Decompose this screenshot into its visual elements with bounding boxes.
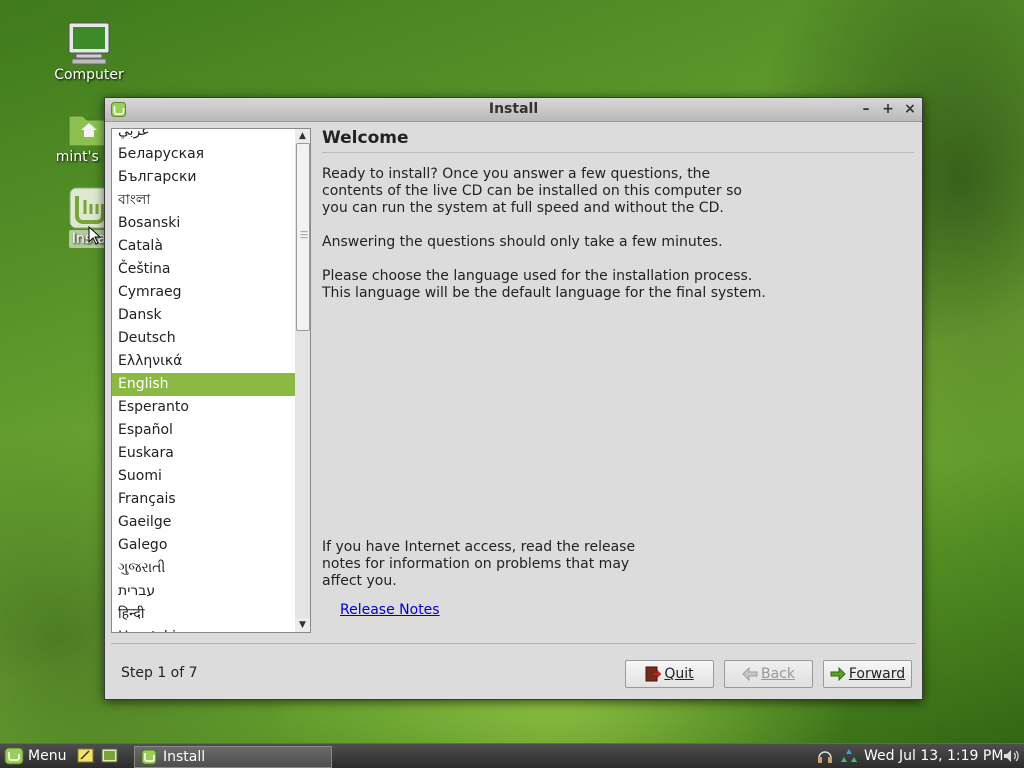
grip-icon: — — — [300,227,308,242]
language-list-scrollbar[interactable]: ▲ — — — ▼ [295,128,311,633]
taskbar: Menu Install Wed Jul 13, 1:19 PM [0,743,1024,768]
forward-label: Forward [848,666,906,682]
language-item[interactable]: Български [112,166,296,189]
scroll-up-arrow-icon[interactable]: ▲ [295,129,310,143]
menu-button[interactable]: Menu [4,746,66,766]
quit-label: Quit [664,666,694,682]
language-item[interactable]: Esperanto [112,396,296,419]
notes-line: If you have Internet access, read the re… [322,539,636,555]
language-item[interactable]: עברית [112,580,296,603]
terminal-icon[interactable] [101,748,118,763]
mint-install-icon [141,749,157,765]
language-item[interactable]: Hrvatski [112,626,296,632]
scroll-down-arrow-icon[interactable]: ▼ [295,618,310,632]
mouse-pointer-icon [88,226,102,245]
language-items: عربي Беларуская Български বাংলা Bosanski Cata… [112,129,296,632]
intro-line: Ready to install? Once you answer a few … [322,166,711,182]
welcome-panel: Welcome Ready to install? Once you answe… [322,128,916,302]
desktop-icon-label: Computer [54,67,124,83]
language-item[interactable]: Dansk [112,304,296,327]
forward-button[interactable]: Forward [823,660,912,688]
step-indicator: Step 1 of 7 [121,665,198,681]
desktop-icon-computer[interactable]: Computer [44,22,134,84]
language-list[interactable]: عربي Беларуская Български বাংলা Bosanski Cata… [111,128,297,633]
language-item[interactable]: Ελληνικά [112,350,296,373]
taskbar-item-install[interactable]: Install [134,746,332,768]
language-item[interactable]: Čeština [112,258,296,281]
release-notes-link[interactable]: Release Notes [340,602,440,618]
install-window: Install – + × عربي Беларуская Български বাং… [104,97,923,700]
notes-line: affect you. [322,573,397,589]
language-item[interactable]: Cymraeg [112,281,296,304]
back-button[interactable]: Back [724,660,813,688]
language-item[interactable]: বাংলা [112,189,296,212]
mint-logo-icon [4,747,24,765]
window-title: Install [488,101,539,117]
language-item[interactable]: Català [112,235,296,258]
prompt-line: Please choose the language used for the … [322,268,753,284]
scrollbar-thumb[interactable]: — — — [296,143,310,331]
language-item[interactable]: Français [112,488,296,511]
language-item[interactable]: English [112,373,296,396]
language-prompt-text: Please choose the language used for the … [322,268,916,302]
duration-text: Answering the questions should only take… [322,234,723,250]
forward-arrow-icon [830,667,846,681]
release-notes-text: If you have Internet access, read the re… [322,539,642,590]
computer-icon [68,22,110,65]
language-item[interactable]: ગુજરાતી [112,557,296,580]
intro-line: contents of the live CD can be installed… [322,183,742,199]
volume-icon[interactable] [1002,748,1020,764]
headphones-icon[interactable] [816,748,834,764]
language-item[interactable]: Euskara [112,442,296,465]
quit-button[interactable]: Quit [625,660,714,688]
maximize-button[interactable]: + [879,100,897,118]
language-item[interactable]: Deutsch [112,327,296,350]
page-title: Welcome [322,128,914,153]
clock[interactable]: Wed Jul 13, 1:19 PM [864,744,1003,768]
language-item[interactable]: Español [112,419,296,442]
menu-label: Menu [28,748,67,764]
text-editor-icon[interactable] [77,748,94,763]
language-item[interactable]: Беларуская [112,143,296,166]
intro-line: you can run the system at full speed and… [322,200,724,216]
taskbar-item-label: Install [163,749,206,765]
back-arrow-icon [742,667,758,681]
network-icon[interactable] [840,748,858,766]
minimize-button[interactable]: – [857,100,875,118]
intro-text: Ready to install? Once you answer a few … [322,166,916,217]
language-item[interactable]: Suomi [112,465,296,488]
quit-icon [645,666,662,682]
notes-line: notes for information on problems that m… [322,556,630,572]
close-button[interactable]: × [901,100,919,118]
language-item[interactable]: Bosanski [112,212,296,235]
language-item[interactable]: Galego [112,534,296,557]
prompt-line: This language will be the default langua… [322,285,766,301]
language-item[interactable]: عربي [112,129,296,143]
window-titlebar[interactable]: Install – + × [105,98,922,122]
language-item[interactable]: Gaeilge [112,511,296,534]
footer-divider [111,643,916,644]
back-label: Back [761,666,795,682]
language-item[interactable]: हिन्दी [112,603,296,626]
